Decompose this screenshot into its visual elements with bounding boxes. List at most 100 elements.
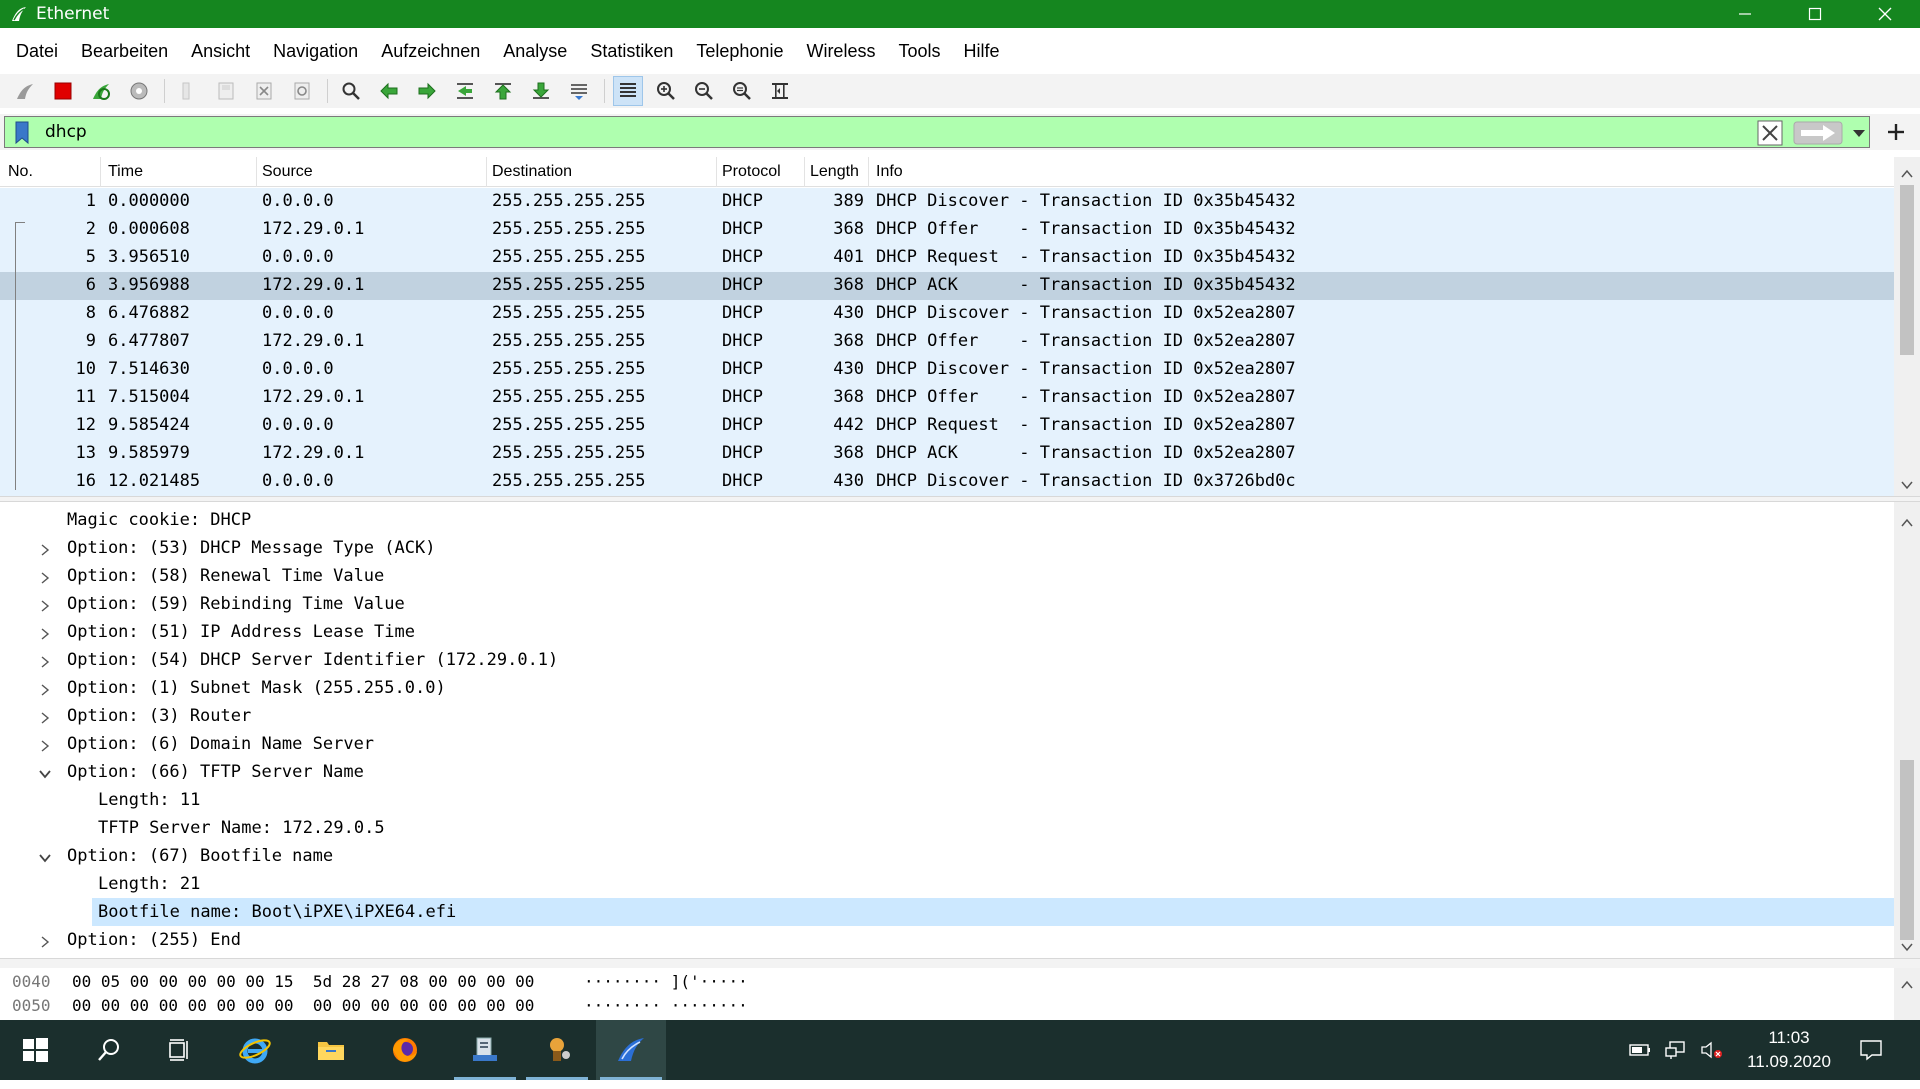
save-file-icon[interactable] xyxy=(211,76,241,106)
detail-tree-item[interactable]: Option: (1) Subnet Mask (255.255.0.0) xyxy=(0,674,1894,702)
notification-center-icon[interactable] xyxy=(1858,1038,1884,1062)
menu-bearbeiten[interactable]: Bearbeiten xyxy=(71,41,181,62)
battery-icon[interactable] xyxy=(1628,1040,1652,1060)
colorize-list-icon[interactable] xyxy=(613,76,643,106)
scroll-down-arrow-icon[interactable] xyxy=(1901,476,1913,490)
packet-row[interactable]: 2 0.000608 172.29.0.1 255.255.255.255 DHCP 36… xyxy=(0,216,1894,244)
bytes-ascii[interactable]: ········ ········ xyxy=(584,996,748,1015)
bytes-scrollbar[interactable] xyxy=(1894,968,1920,1020)
chevron-right-icon[interactable] xyxy=(38,710,52,724)
column-divider[interactable] xyxy=(100,157,101,187)
detail-tree-item[interactable]: Option: (51) IP Address Lease Time xyxy=(0,618,1894,646)
detail-tree-item[interactable]: Option: (3) Router xyxy=(0,702,1894,730)
zoom-in-icon[interactable] xyxy=(651,76,681,106)
bytes-row[interactable]: 0050 00 00 00 00 00 00 00 00 00 00 00 00… xyxy=(0,994,1894,1018)
bytes-ascii[interactable]: ········ ]('····· xyxy=(584,972,748,991)
scroll-up-arrow-icon[interactable] xyxy=(1901,514,1913,527)
menu-statistiken[interactable]: Statistiken xyxy=(580,41,686,62)
column-source[interactable]: Source xyxy=(262,163,313,181)
packet-row[interactable]: 9 6.477807 172.29.0.1 255.255.255.255 DHCP 36… xyxy=(0,328,1894,356)
column-no[interactable]: No. xyxy=(8,163,33,181)
find-packet-icon[interactable] xyxy=(336,76,366,106)
filter-history-dropdown-icon[interactable] xyxy=(1851,123,1867,143)
column-time[interactable]: Time xyxy=(108,163,143,181)
column-divider[interactable] xyxy=(486,157,487,187)
go-forward-icon[interactable] xyxy=(412,76,442,106)
open-file-icon[interactable] xyxy=(173,76,203,106)
task-view-icon[interactable] xyxy=(144,1020,214,1080)
shark-fin-start-icon[interactable] xyxy=(10,76,40,106)
file-explorer-icon[interactable] xyxy=(296,1020,366,1080)
pane-splitter[interactable] xyxy=(0,958,1920,968)
packet-list-scrollbar[interactable] xyxy=(1894,157,1920,496)
detail-tree-item[interactable]: TFTP Server Name: 172.29.0.5 xyxy=(0,814,1894,842)
chevron-down-icon[interactable] xyxy=(38,766,52,780)
start-windows-icon[interactable] xyxy=(0,1020,70,1080)
menu-telephonie[interactable]: Telephonie xyxy=(686,41,796,62)
menu-ansicht[interactable]: Ansicht xyxy=(181,41,263,62)
clear-filter-icon[interactable] xyxy=(1757,120,1783,146)
scroll-up-arrow-icon[interactable] xyxy=(1901,165,1913,178)
bytes-hex[interactable]: 00 00 00 00 00 00 00 00 00 00 00 00 00 0… xyxy=(72,996,534,1015)
packet-row[interactable]: 13 9.585979 172.29.0.1 255.255.255.255 DHCP 3… xyxy=(0,440,1894,468)
search-icon[interactable] xyxy=(74,1020,144,1080)
column-protocol[interactable]: Protocol xyxy=(722,163,781,181)
go-to-packet-icon[interactable] xyxy=(450,76,480,106)
detail-tree-item[interactable]: Magic cookie: DHCP xyxy=(0,506,1894,534)
display-filter-input[interactable] xyxy=(45,119,1745,145)
volume-muted-icon[interactable] xyxy=(1700,1040,1724,1060)
add-filter-button-icon[interactable] xyxy=(1884,120,1908,144)
packet-row[interactable]: 5 3.956510 0.0.0.0 255.255.255.255 DHCP 401 DH… xyxy=(0,244,1894,272)
chevron-right-icon[interactable] xyxy=(38,598,52,612)
capture-options-icon[interactable] xyxy=(124,76,154,106)
chevron-down-icon[interactable] xyxy=(38,850,52,864)
column-divider[interactable] xyxy=(868,157,869,187)
scroll-up-arrow-icon[interactable] xyxy=(1901,976,1913,989)
packet-row[interactable]: 11 7.515004 172.29.0.1 255.255.255.255 DHCP 3… xyxy=(0,384,1894,412)
chevron-right-icon[interactable] xyxy=(38,542,52,556)
chevron-right-icon[interactable] xyxy=(38,682,52,696)
detail-tree-item[interactable]: Option: (66) TFTP Server Name xyxy=(0,758,1894,786)
column-length[interactable]: Length xyxy=(810,163,859,181)
menu-navigation[interactable]: Navigation xyxy=(263,41,371,62)
detail-tree-item[interactable]: Bootfile name: Boot\iPXE\iPXE64.efi xyxy=(92,898,1894,926)
resize-columns-icon[interactable] xyxy=(765,76,795,106)
firefox-icon[interactable] xyxy=(370,1020,440,1080)
server-manager-icon[interactable] xyxy=(450,1020,520,1080)
column-info[interactable]: Info xyxy=(876,163,903,181)
scroll-down-arrow-icon[interactable] xyxy=(1901,938,1913,952)
chevron-right-icon[interactable] xyxy=(38,934,52,948)
packet-list-scroll-thumb[interactable] xyxy=(1900,185,1914,355)
bookmark-icon[interactable] xyxy=(11,121,33,145)
maximize-button[interactable] xyxy=(1780,0,1850,28)
close-file-icon[interactable] xyxy=(249,76,279,106)
bytes-hex[interactable]: 00 05 00 00 00 00 00 15 5d 28 27 08 00 0… xyxy=(72,972,534,991)
chevron-right-icon[interactable] xyxy=(38,570,52,584)
column-divider[interactable] xyxy=(256,157,257,187)
reload-file-icon[interactable] xyxy=(287,76,317,106)
minimize-button[interactable] xyxy=(1710,0,1780,28)
menu-wireless[interactable]: Wireless xyxy=(796,41,888,62)
detail-tree-item[interactable]: Option: (6) Domain Name Server xyxy=(0,730,1894,758)
menu-analyse[interactable]: Analyse xyxy=(493,41,580,62)
packet-row[interactable]: 1 0.000000 0.0.0.0 255.255.255.255 DHCP 389 DH… xyxy=(0,188,1894,216)
detail-tree-item[interactable]: Option: (53) DHCP Message Type (ACK) xyxy=(0,534,1894,562)
normal-size-icon[interactable] xyxy=(727,76,757,106)
column-destination[interactable]: Destination xyxy=(492,163,572,181)
last-packet-icon[interactable] xyxy=(526,76,556,106)
stop-capture-icon[interactable] xyxy=(48,76,78,106)
menu-aufzeichnen[interactable]: Aufzeichnen xyxy=(371,41,493,62)
details-scrollbar[interactable] xyxy=(1894,502,1920,958)
detail-tree-item[interactable]: Option: (255) End xyxy=(0,926,1894,954)
packet-row[interactable]: 12 9.585424 0.0.0.0 255.255.255.255 DHCP 442 D… xyxy=(0,412,1894,440)
zoom-out-icon[interactable] xyxy=(689,76,719,106)
detail-tree-item[interactable]: Option: (67) Bootfile name xyxy=(0,842,1894,870)
detail-tree-item[interactable]: Length: 21 xyxy=(0,870,1894,898)
column-divider[interactable] xyxy=(716,157,717,187)
chevron-right-icon[interactable] xyxy=(38,654,52,668)
detail-tree-item[interactable]: Option: (58) Renewal Time Value xyxy=(0,562,1894,590)
first-packet-icon[interactable] xyxy=(488,76,518,106)
wireshark-taskbar-icon[interactable] xyxy=(596,1020,666,1080)
network-icon[interactable] xyxy=(1664,1040,1688,1060)
network-admin-icon[interactable] xyxy=(522,1020,592,1080)
